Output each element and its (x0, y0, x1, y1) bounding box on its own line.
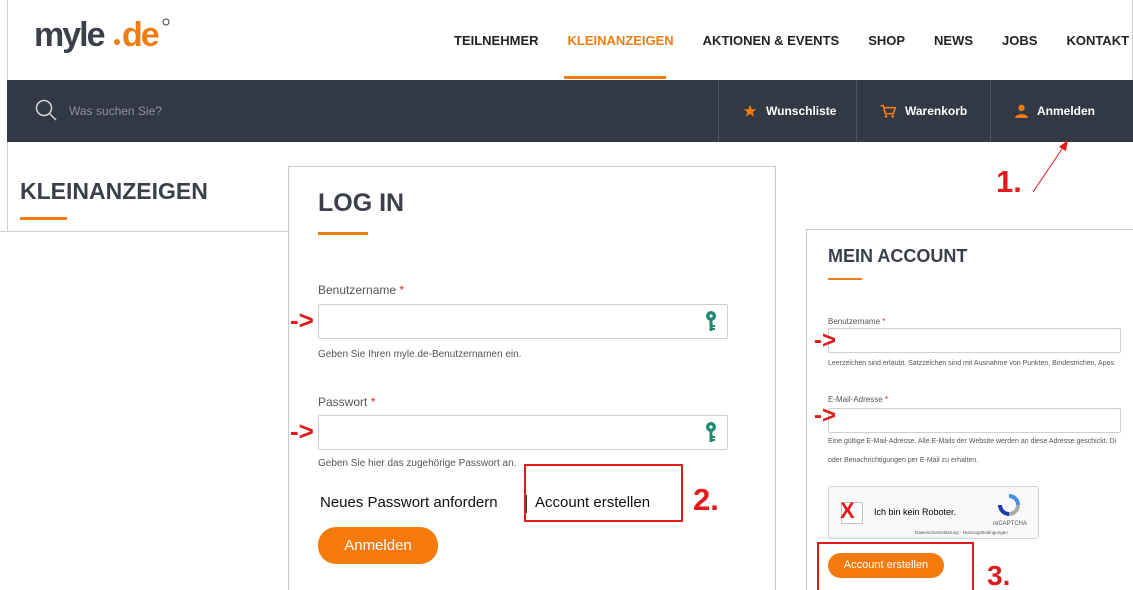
login-title: LOG IN (318, 189, 405, 217)
wishlist-label: Wunschliste (766, 104, 837, 118)
myle-logo[interactable]: myle de (32, 16, 172, 56)
recaptcha-widget: Ich bin kein Roboter. reCAPTCHA Datensch… (828, 486, 1039, 539)
annotation-arrow-account-username: -> (814, 327, 837, 354)
annotation-highlight-box (817, 542, 974, 590)
email-hint: Eine gültige E-Mail-Adresse. Alle E-Mail… (828, 438, 1117, 445)
search-icon[interactable] (34, 98, 58, 122)
annotation-arrow (1032, 140, 1068, 193)
account-username-label: Benutzername * (828, 317, 885, 326)
top-header: myle de TEILNEHMER KLEINANZEIGEN AKTIONE… (0, 0, 1133, 80)
login-label: Anmelden (1037, 104, 1096, 118)
svg-text:de: de (122, 16, 159, 54)
username-label-text: Benutzername (318, 283, 397, 297)
account-username-field[interactable] (828, 328, 1121, 353)
svg-text:myle: myle (34, 16, 105, 54)
title-underline (318, 232, 368, 235)
divider (718, 80, 719, 142)
annotation-step-1: 1. (996, 164, 1022, 199)
nav-item-kontakt[interactable]: KONTAKT (1066, 33, 1129, 48)
annotation-captcha-check: X (840, 498, 855, 523)
email-hint-2: oder Benachrichtigungen per E-Mail zu er… (828, 457, 979, 464)
password-label-text: Passwort (318, 395, 368, 409)
recaptcha-label: Ich bin kein Roboter. (874, 507, 957, 517)
annotation-step-3: 3. (987, 560, 1011, 590)
required-mark: * (884, 395, 889, 404)
username-hint: Geben Sie Ihren myle.de-Benutzernamen ei… (318, 349, 522, 360)
required-mark: * (370, 395, 376, 409)
nav-item-aktionen-events[interactable]: AKTIONEN & EVENTS (703, 33, 840, 48)
request-password-link[interactable]: Neues Passwort anfordern (320, 494, 498, 511)
recaptcha-brand: reCAPTCHA (993, 521, 1028, 527)
account-username-hint: Leerzeichen sind erlaubt. Satzzeichen si… (828, 360, 1115, 367)
main-nav: TEILNEHMER KLEINANZEIGEN AKTIONEN & EVEN… (454, 33, 1133, 48)
cart-label: Warenkorb (905, 104, 968, 118)
required-mark: * (882, 317, 886, 326)
page-title: KLEINANZEIGEN (20, 178, 208, 204)
account-username-input[interactable] (829, 329, 1120, 352)
key-icon (706, 311, 716, 331)
password-hint: Geben Sie hier das zugehörige Passwort a… (318, 458, 517, 469)
title-underline (20, 217, 67, 220)
annotation-arrow-username: -> (290, 305, 314, 335)
wishlist-link[interactable]: Wunschliste (743, 104, 836, 118)
annotation-step-2: 2. (693, 482, 719, 517)
password-field[interactable] (318, 415, 728, 450)
star-icon (743, 104, 757, 117)
required-mark: * (399, 283, 405, 297)
email-label-text: E-Mail-Adresse (828, 395, 883, 404)
nav-item-kleinanzeigen[interactable]: KLEINANZEIGEN (568, 33, 674, 48)
account-panel: MEIN ACCOUNT Benutzername * Leerzeichen … (806, 229, 1133, 590)
section-header: KLEINANZEIGEN (0, 142, 290, 232)
active-nav-indicator (564, 76, 666, 79)
cart-link[interactable]: Warenkorb (880, 104, 967, 118)
nav-item-jobs[interactable]: JOBS (1002, 33, 1037, 48)
annotation-arrow-email: -> (814, 402, 837, 429)
divider (7, 0, 8, 80)
username-field[interactable] (318, 304, 728, 339)
nav-item-teilnehmer[interactable]: TEILNEHMER (454, 33, 539, 48)
recaptcha-logo-icon (998, 494, 1020, 516)
divider (856, 80, 857, 142)
account-title: MEIN ACCOUNT (828, 246, 968, 266)
title-underline (828, 278, 862, 280)
recaptcha-links[interactable]: Datenschutzerklärung - Nutzungsbedingung… (915, 530, 1008, 535)
cart-icon (880, 104, 896, 118)
username-label: Benutzername * (318, 283, 404, 297)
user-icon (1015, 104, 1028, 118)
annotation-highlight-box (524, 464, 683, 522)
email-field[interactable] (828, 408, 1121, 433)
login-link[interactable]: Anmelden (1015, 104, 1095, 118)
divider (990, 80, 991, 142)
key-icon (706, 422, 716, 442)
nav-item-shop[interactable]: SHOP (868, 33, 905, 48)
search-input[interactable] (69, 100, 469, 122)
account-username-label-text: Benutzername (828, 317, 881, 326)
search-bar: Wunschliste Warenkorb Anmelden (7, 80, 1133, 142)
nav-item-news[interactable]: NEWS (934, 33, 973, 48)
login-submit-button[interactable]: Anmelden (318, 527, 438, 564)
username-input[interactable] (319, 305, 727, 338)
myle-logo-graphic: myle de (34, 16, 170, 54)
password-label: Passwort * (318, 395, 375, 409)
annotation-arrow-password: -> (290, 416, 314, 446)
login-panel: LOG IN Benutzername * Geben Sie Ihren my… (288, 166, 776, 590)
email-label: E-Mail-Adresse * (828, 395, 888, 404)
password-input[interactable] (319, 416, 727, 449)
email-input[interactable] (829, 409, 1120, 432)
divider (7, 142, 8, 232)
